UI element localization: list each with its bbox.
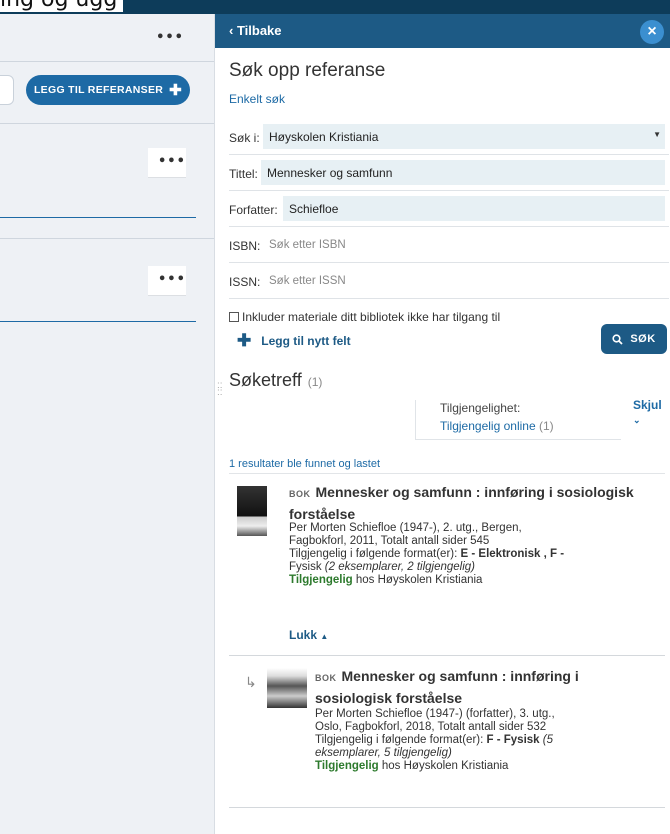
search-in-label: Søk i: [229,131,260,145]
search-in-value[interactable]: Høyskolen Kristiania [263,124,665,149]
page-title-partial: ing og ugg [0,0,124,12]
top-strip: ing og ugg [0,0,670,14]
add-field-button[interactable]: ✚ Legg til nytt felt [237,331,351,351]
search-reference-panel: ‹ Tilbake × Søk opp referanse Enkelt søk… [214,14,670,834]
isbn-label: ISBN: [229,239,261,253]
result-publisher-line: Oslo, Fagbokforl, 2018, Totalt antall si… [315,721,547,733]
result-title-text: Mennesker og samfunn : innføring i sosio… [315,484,634,500]
availability-label: Tilgjengelighet: [440,401,521,415]
availability-status: Tilgjengelig [289,574,353,586]
left-header: ••• [0,14,214,62]
issn-input[interactable]: Søk etter ISSN [269,275,346,287]
availability-option-count: (1) [538,419,554,433]
panel-header: ‹ Tilbake × [215,14,670,48]
result-title-text: forståelse [289,506,356,522]
collapse-label: Lukk [289,628,318,642]
book-cover-thumbnail [237,486,267,536]
availability-filter: Tilgjengelighet: Tilgjengelig online (1) [415,400,621,440]
result-title-text: Mennesker og samfunn : innføring i [341,668,579,684]
title-label: Tittel: [229,167,258,181]
availability-option-label: Tilgjengelig online [440,419,536,433]
result-copies-info: eksemplarer, 5 tilgjengelig) [315,747,452,759]
result-title[interactable]: BOK Mennesker og samfunn : innføring i sos… [315,666,657,708]
book-cover-thumbnail [267,668,307,708]
card-more-button[interactable]: ••• [148,266,186,296]
result-type-badge: BOK [315,673,337,683]
title-field: Tittel: Mennesker og samfunn [229,155,669,191]
toolbar-input-edge[interactable] [0,75,14,105]
hide-filter-button[interactable]: Skjul ⌄ [633,398,670,426]
more-options-icon: ••• [158,272,186,287]
title-input[interactable]: Mennesker og samfunn [261,160,665,185]
author-label: Forfatter: [229,203,278,217]
dropdown-caret-icon: ▼ [653,130,661,139]
close-icon[interactable]: × [640,20,664,44]
availability-status: Tilgjengelig [315,760,379,772]
author-input[interactable]: Schiefloe [283,196,665,221]
result-meta: Per Morten Schiefloe (1947-), 2. utg., B… [289,522,657,587]
result-meta: Per Morten Schiefloe (1947-) (forfatter)… [315,708,657,773]
availability-online-option[interactable]: Tilgjengelig online (1) [440,419,621,433]
search-in-select[interactable]: Søk i: Høyskolen Kristiania ▼ [229,119,669,155]
panel-title: Søk opp referanse [229,60,386,81]
add-references-label: LEGG TIL REFERANSER [33,84,164,96]
result-type-badge: BOK [289,489,311,499]
isbn-input[interactable]: Søk etter ISBN [269,239,346,251]
simple-search-link[interactable]: Enkelt søk [229,92,285,106]
results-title: Søketreff (1) [229,370,322,391]
result-format-value: Fysisk [289,561,325,573]
include-unavailable-checkbox[interactable]: Inkluder materiale ditt bibliotek ikke h… [229,310,500,324]
card-more-button[interactable]: ••• [148,148,186,178]
chevron-down-icon: ⌄ [633,415,641,425]
result-format-label: Tilgjengelig i følgende format(er): [315,734,487,746]
search-result-item[interactable]: BOK Mennesker og samfunn : innføring i sos… [215,654,670,794]
results-count: (1) [307,375,323,389]
add-references-button[interactable]: LEGG TIL REFERANSER ✚ [26,75,190,105]
drag-handle-icon[interactable]: :::: [217,381,225,398]
isbn-field: ISBN: Søk etter ISBN [229,227,669,263]
result-format-value: E - Elektronisk , F - [460,548,565,560]
search-result-item[interactable]: BOK Mennesker og samfunn : innføring i so… [215,468,670,608]
collapse-button[interactable]: Lukk ▲ [289,628,328,642]
chevron-up-icon: ▲ [320,632,329,641]
result-author-line: Per Morten Schiefloe (1947-), 2. utg., B… [289,522,522,534]
hide-filter-label: Skjul [633,398,662,412]
result-copies-info: (2 eksemplarer, 2 tilgjengelig) [324,561,475,573]
include-unavailable-label: Inkluder materiale ditt bibliotek ikke h… [242,310,501,324]
divider [0,238,214,239]
plus-icon: ✚ [237,331,252,350]
add-field-label: Legg til nytt felt [261,334,351,348]
divider [229,655,665,656]
issn-field: ISSN: Søk etter ISSN [229,263,669,299]
sub-record-arrow-icon: ↳ [245,674,257,690]
result-title[interactable]: BOK Mennesker og samfunn : innføring i so… [289,482,657,524]
author-field: Forfatter: Schiefloe [229,191,669,227]
back-button[interactable]: ‹ Tilbake [229,23,282,38]
availability-location: hos Høyskolen Kristiania [352,574,483,586]
more-options-icon[interactable]: ••• [156,30,184,45]
result-format-value: F - Fysisk [486,734,543,746]
result-title-text: sosiologisk forståelse [315,690,463,706]
more-options-icon: ••• [158,154,186,169]
left-toolbar: LEGG TIL REFERANSER ✚ [0,62,214,124]
result-publisher-line: Fagbokforl, 2011, Totalt antall sider 54… [289,535,490,547]
search-icon [612,333,623,345]
reference-card: ••• [0,140,196,218]
result-copies-info: (5 [542,734,553,746]
plus-icon: ✚ [169,82,183,99]
issn-label: ISSN: [229,275,261,289]
search-button[interactable]: SØK [601,324,667,354]
back-label: Tilbake [236,23,282,38]
search-button-label: SØK [630,333,656,345]
reference-card: ••• [0,258,196,322]
results-title-text: Søketreff [229,370,302,390]
result-author-line: Per Morten Schiefloe (1947-) (forfatter)… [315,708,555,720]
divider [229,807,665,808]
left-panel: ••• LEGG TIL REFERANSER ✚ ••• ••• [0,14,214,834]
availability-location: hos Høyskolen Kristiania [378,760,509,772]
checkbox-box[interactable] [229,312,239,322]
result-format-label: Tilgjengelig i følgende format(er): [289,548,461,560]
